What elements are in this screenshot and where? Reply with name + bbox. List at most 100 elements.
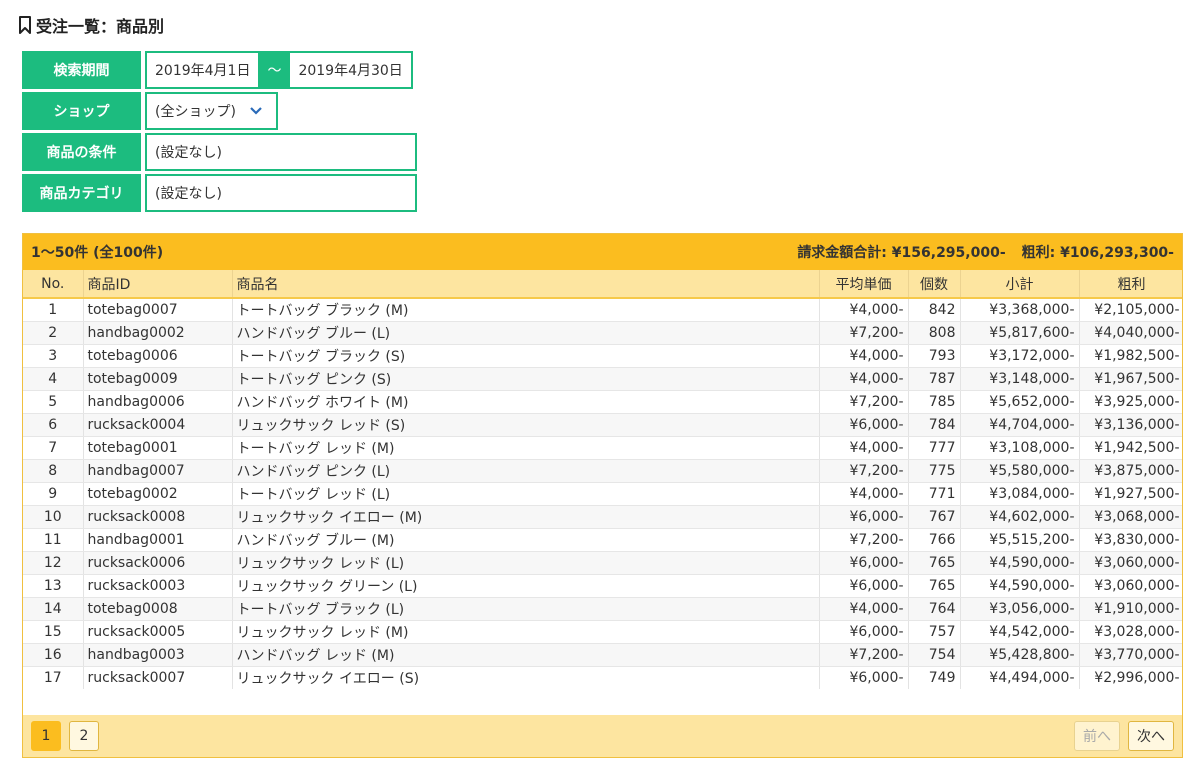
cell-avg-price: ¥4,000- xyxy=(819,367,909,391)
results-table: No. 商品ID 商品名 平均単価 個数 小計 粗利 1 totebag0007 ト… xyxy=(23,270,1182,689)
cell-product-id: rucksack0005 xyxy=(83,620,233,644)
cell-quantity: 787 xyxy=(908,367,961,391)
product-cond-field[interactable]: (設定なし) xyxy=(145,133,417,171)
cell-avg-price: ¥6,000- xyxy=(819,505,909,529)
cell-quantity: 793 xyxy=(908,344,961,368)
table-row[interactable]: 12 rucksack0006 リュックサック レッド (L) ¥6,000- 765 ¥… xyxy=(23,551,1182,575)
table-row[interactable]: 1 totebag0007 トートバッグ ブラック (M) ¥4,000- 842 ¥3,… xyxy=(23,298,1182,322)
cell-subtotal: ¥4,542,000- xyxy=(960,620,1080,644)
shop-select[interactable]: (全ショップ) xyxy=(145,92,278,130)
cell-subtotal: ¥4,590,000- xyxy=(960,551,1080,575)
cell-quantity: 764 xyxy=(908,597,961,621)
cell-product-id: handbag0002 xyxy=(83,321,233,345)
cell-quantity: 767 xyxy=(908,505,961,529)
col-header-product-name[interactable]: 商品名 xyxy=(232,270,820,299)
filter-period-row: 検索期間 2019年4月1日 〜 2019年4月30日 xyxy=(22,51,413,89)
cell-no: 9 xyxy=(23,482,84,506)
cell-product-id: totebag0006 xyxy=(83,344,233,368)
cell-gross-profit: ¥1,927,500- xyxy=(1079,482,1182,506)
cell-product-id: handbag0006 xyxy=(83,390,233,414)
cell-product-id: rucksack0003 xyxy=(83,574,233,598)
table-row[interactable]: 16 handbag0003 ハンドバッグ レッド (M) ¥7,200- 754 ¥5,… xyxy=(23,643,1182,667)
col-header-gross-profit[interactable]: 粗利 xyxy=(1079,270,1182,299)
cell-gross-profit: ¥4,040,000- xyxy=(1079,321,1182,345)
cell-product-id: totebag0002 xyxy=(83,482,233,506)
cell-product-id: rucksack0007 xyxy=(83,666,233,689)
cell-avg-price: ¥4,000- xyxy=(819,436,909,460)
cell-no: 8 xyxy=(23,459,84,483)
cell-product-name: トートバッグ ブラック (L) xyxy=(232,597,820,621)
cell-product-name: ハンドバッグ ホワイト (M) xyxy=(232,390,820,414)
page-button-1[interactable]: 1 xyxy=(31,721,61,751)
cell-gross-profit: ¥1,982,500- xyxy=(1079,344,1182,368)
category-field[interactable]: (設定なし) xyxy=(145,174,417,212)
cell-gross-profit: ¥3,060,000- xyxy=(1079,551,1182,575)
cell-quantity: 765 xyxy=(908,574,961,598)
table-row[interactable]: 13 rucksack0003 リュックサック グリーン (L) ¥6,000- 765… xyxy=(23,574,1182,598)
table-row[interactable]: 9 totebag0002 トートバッグ レッド (L) ¥4,000- 771 ¥3,0… xyxy=(23,482,1182,506)
table-row[interactable]: 8 handbag0007 ハンドバッグ ピンク (L) ¥7,200- 775 ¥5,5… xyxy=(23,459,1182,483)
cell-no: 13 xyxy=(23,574,84,598)
table-row[interactable]: 11 handbag0001 ハンドバッグ ブルー (M) ¥7,200- 766 ¥5,… xyxy=(23,528,1182,552)
cell-subtotal: ¥4,494,000- xyxy=(960,666,1080,689)
table-row[interactable]: 2 handbag0002 ハンドバッグ ブルー (L) ¥7,200- 808 ¥5,8… xyxy=(23,321,1182,345)
cell-no: 17 xyxy=(23,666,84,689)
filter-category-row: 商品カテゴリ (設定なし) xyxy=(22,174,417,212)
col-header-no[interactable]: No. xyxy=(23,270,84,299)
cell-avg-price: ¥6,000- xyxy=(819,620,909,644)
cell-subtotal: ¥5,515,200- xyxy=(960,528,1080,552)
cell-gross-profit: ¥3,830,000- xyxy=(1079,528,1182,552)
cell-gross-profit: ¥3,770,000- xyxy=(1079,643,1182,667)
filter-shop-row: ショップ (全ショップ) xyxy=(22,92,278,130)
filter-period-label: 検索期間 xyxy=(22,51,141,89)
cell-quantity: 765 xyxy=(908,551,961,575)
filter-shop-label: ショップ xyxy=(22,92,141,130)
col-header-product-id[interactable]: 商品ID xyxy=(83,270,233,299)
table-row[interactable]: 10 rucksack0008 リュックサック イエロー (M) ¥6,000- 767… xyxy=(23,505,1182,529)
cell-no: 5 xyxy=(23,390,84,414)
col-header-quantity[interactable]: 個数 xyxy=(908,270,961,299)
table-row[interactable]: 15 rucksack0005 リュックサック レッド (M) ¥6,000- 757 ¥… xyxy=(23,620,1182,644)
cell-product-name: トートバッグ ピンク (S) xyxy=(232,367,820,391)
cell-subtotal: ¥5,428,800- xyxy=(960,643,1080,667)
results-panel: 1〜50件 (全100件) 請求金額合計: ¥156,295,000- 粗利: … xyxy=(22,233,1183,758)
billing-total: 請求金額合計: ¥156,295,000- xyxy=(797,245,1006,261)
cell-avg-price: ¥6,000- xyxy=(819,413,909,437)
shop-select-value: (全ショップ) xyxy=(155,104,236,120)
cell-gross-profit: ¥1,967,500- xyxy=(1079,367,1182,391)
cell-avg-price: ¥7,200- xyxy=(819,390,909,414)
cell-quantity: 749 xyxy=(908,666,961,689)
cell-subtotal: ¥5,652,000- xyxy=(960,390,1080,414)
cell-product-name: リュックサック レッド (L) xyxy=(232,551,820,575)
date-from-field[interactable]: 2019年4月1日 xyxy=(147,53,258,87)
table-row[interactable]: 4 totebag0009 トートバッグ ピンク (S) ¥4,000- 787 ¥3,1… xyxy=(23,367,1182,391)
next-page-button[interactable]: 次へ xyxy=(1128,721,1174,751)
cell-subtotal: ¥4,602,000- xyxy=(960,505,1080,529)
table-header-row: No. 商品ID 商品名 平均単価 個数 小計 粗利 xyxy=(23,270,1182,299)
table-row[interactable]: 17 rucksack0007 リュックサック イエロー (S) ¥6,000- 749… xyxy=(23,666,1182,689)
col-header-subtotal[interactable]: 小計 xyxy=(960,270,1080,299)
date-to-field[interactable]: 2019年4月30日 xyxy=(290,53,410,87)
cell-product-id: totebag0001 xyxy=(83,436,233,460)
cell-gross-profit: ¥3,060,000- xyxy=(1079,574,1182,598)
cell-subtotal: ¥3,084,000- xyxy=(960,482,1080,506)
cell-product-name: ハンドバッグ ブルー (L) xyxy=(232,321,820,345)
table-row[interactable]: 6 rucksack0004 リュックサック レッド (S) ¥6,000- 784 ¥4… xyxy=(23,413,1182,437)
table-row[interactable]: 5 handbag0006 ハンドバッグ ホワイト (M) ¥7,200- 785 ¥5,… xyxy=(23,390,1182,414)
pagination: 1 2 前へ 次へ xyxy=(23,715,1182,757)
table-scroll-area[interactable]: No. 商品ID 商品名 平均単価 個数 小計 粗利 1 totebag0007 ト… xyxy=(23,270,1182,689)
table-row[interactable]: 14 totebag0008 トートバッグ ブラック (L) ¥4,000- 764 ¥3… xyxy=(23,597,1182,621)
cell-product-id: rucksack0008 xyxy=(83,505,233,529)
page-button-2[interactable]: 2 xyxy=(69,721,99,751)
table-row[interactable]: 7 totebag0001 トートバッグ レッド (M) ¥4,000- 777 ¥3,1… xyxy=(23,436,1182,460)
cell-product-name: トートバッグ レッド (L) xyxy=(232,482,820,506)
results-header: 1〜50件 (全100件) 請求金額合計: ¥156,295,000- 粗利: … xyxy=(23,234,1182,270)
cell-product-name: リュックサック イエロー (M) xyxy=(232,505,820,529)
table-row[interactable]: 3 totebag0006 トートバッグ ブラック (S) ¥4,000- 793 ¥3,… xyxy=(23,344,1182,368)
cell-product-id: rucksack0004 xyxy=(83,413,233,437)
col-header-avg-price[interactable]: 平均単価 xyxy=(819,270,909,299)
cell-product-name: ハンドバッグ ピンク (L) xyxy=(232,459,820,483)
cell-product-id: totebag0007 xyxy=(83,298,233,322)
cell-no: 11 xyxy=(23,528,84,552)
cell-subtotal: ¥3,108,000- xyxy=(960,436,1080,460)
